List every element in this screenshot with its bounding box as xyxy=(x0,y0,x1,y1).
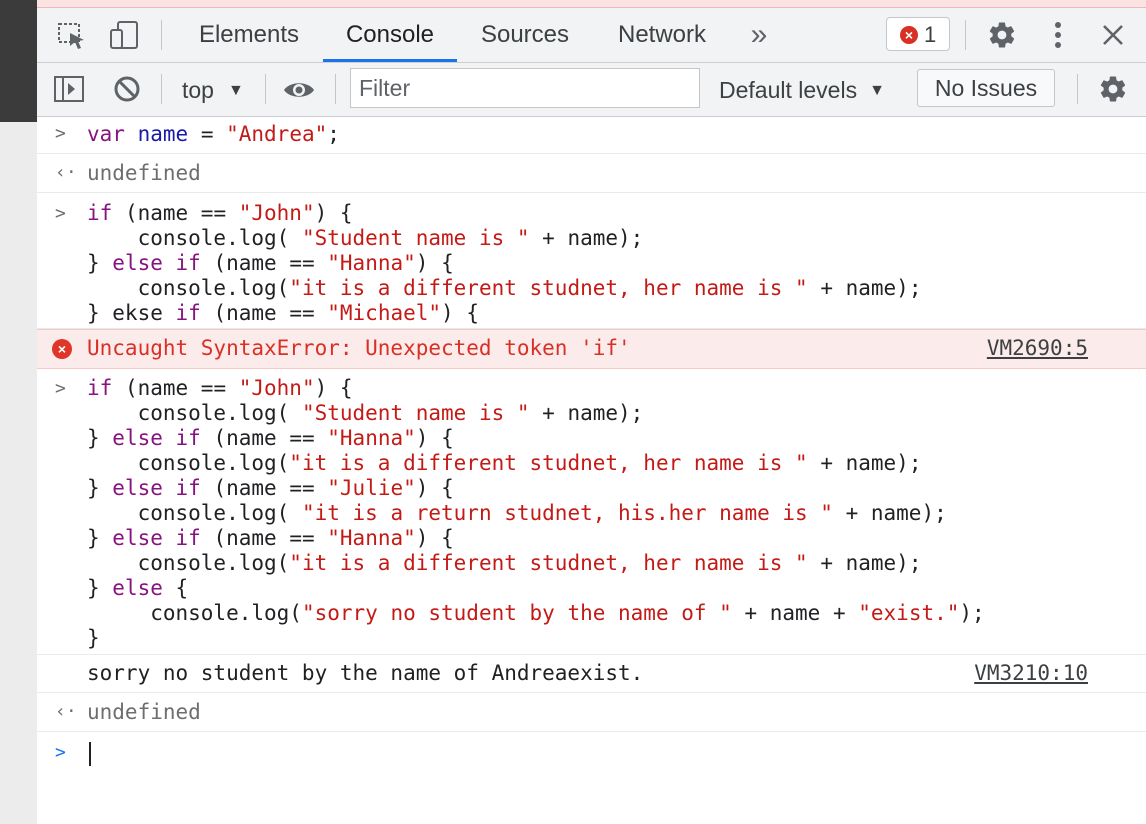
code-line: if (name == "John") { xyxy=(87,376,353,400)
context-label: top xyxy=(182,77,214,103)
source-link[interactable]: VM3210:10 xyxy=(974,661,1088,685)
chevron-double-right-icon: » xyxy=(750,18,768,51)
console-input-message: > var name = "Andrea"; xyxy=(37,117,1146,154)
code-line: console.log("it is a different studnet, … xyxy=(87,551,922,575)
tab-network[interactable]: Network xyxy=(607,8,717,62)
more-options-icon[interactable] xyxy=(1049,20,1067,55)
input-chevron-icon: > xyxy=(55,378,66,399)
code-line: console.log("it is a different studnet, … xyxy=(87,451,922,475)
tab-elements[interactable]: Elements xyxy=(189,8,309,62)
code-line: var name = "Andrea"; xyxy=(87,122,340,147)
dropdown-arrow-icon: ▼ xyxy=(227,82,244,99)
page-edge xyxy=(0,0,37,824)
code-line: console.log( "Student name is " + name); xyxy=(87,226,644,250)
variable-name: name xyxy=(137,122,189,146)
close-icon[interactable] xyxy=(1101,23,1125,52)
clear-console-icon[interactable] xyxy=(113,75,141,108)
error-count-badge[interactable]: × 1 xyxy=(886,17,950,51)
filter-input[interactable] xyxy=(350,68,700,108)
more-tabs-button[interactable]: » xyxy=(741,8,777,62)
code-line: } else { xyxy=(87,576,189,600)
console-error-message: × Uncaught SyntaxError: Unexpected token… xyxy=(37,329,1146,369)
log-text: sorry no student by the name of Andreaex… xyxy=(87,661,644,685)
code-line: } else if (name == "Hanna") { xyxy=(87,426,454,450)
input-chevron-icon: > xyxy=(55,203,66,224)
context-selector[interactable]: top ▼ xyxy=(182,73,244,107)
error-text: Uncaught SyntaxError: Unexpected token '… xyxy=(87,336,631,360)
error-icon: × xyxy=(52,339,72,359)
console-settings-gear-icon[interactable] xyxy=(1098,74,1128,109)
string-literal: "Andrea" xyxy=(226,122,328,146)
levels-label: Default levels xyxy=(719,77,858,103)
console-result-message: ‹· undefined xyxy=(37,693,1146,732)
console-result-message: ‹· undefined xyxy=(37,154,1146,193)
code-line: if (name == "John") { xyxy=(87,201,353,225)
devtools-tab-bar: Elements Console Sources Network » × 1 xyxy=(37,8,1146,63)
result-arrow-icon: ‹· xyxy=(55,701,77,722)
tab-sources[interactable]: Sources xyxy=(469,8,581,62)
console-messages[interactable]: > var name = "Andrea"; ‹· undefined > if… xyxy=(37,117,1146,824)
code-line: console.log("it is a different studnet, … xyxy=(87,276,922,300)
code-block: if (name == "John") { console.log( "Stud… xyxy=(87,376,985,651)
code-line: } else if (name == "Julie") { xyxy=(87,476,454,500)
page-top-edge xyxy=(37,0,1146,8)
operator: = xyxy=(188,122,227,146)
devtools-panel: Elements Console Sources Network » × 1 t… xyxy=(37,8,1146,824)
device-toolbar-icon[interactable] xyxy=(109,20,139,55)
tab-label: Console xyxy=(345,21,435,48)
divider xyxy=(965,20,966,50)
tab-console[interactable]: Console xyxy=(323,8,457,62)
console-prompt[interactable]: > xyxy=(37,732,1146,782)
result-value: undefined xyxy=(87,161,201,185)
code-line: console.log( "Student name is " + name); xyxy=(87,401,644,425)
tab-label: Network xyxy=(617,21,707,48)
code-line: console.log("sorry no student by the nam… xyxy=(87,601,985,625)
divider xyxy=(265,74,266,104)
error-icon: × xyxy=(900,26,918,44)
divider xyxy=(161,74,162,104)
log-levels-dropdown[interactable]: Default levels ▼ xyxy=(719,73,885,107)
console-input-message: > if (name == "John") { console.log( "St… xyxy=(37,193,1146,329)
divider xyxy=(161,20,162,50)
result-value: undefined xyxy=(87,700,201,724)
divider xyxy=(1077,74,1078,104)
code-line: } xyxy=(87,626,100,650)
live-expression-eye-icon[interactable] xyxy=(282,79,316,106)
code-line: } else if (name == "Hanna") { xyxy=(87,251,454,275)
console-toolbar: top ▼ Default levels ▼ No Issues xyxy=(37,63,1146,117)
inspect-element-icon[interactable] xyxy=(57,22,87,55)
code-line: } ekse if (name == "Michael") { xyxy=(87,301,479,325)
result-arrow-icon: ‹· xyxy=(55,162,77,183)
source-link[interactable]: VM2690:5 xyxy=(987,336,1088,360)
settings-gear-icon[interactable] xyxy=(987,20,1017,55)
issues-label: No Issues xyxy=(934,75,1038,101)
dropdown-arrow-icon: ▼ xyxy=(869,82,885,99)
semicolon: ; xyxy=(327,122,340,146)
console-log-message: sorry no student by the name of Andreaex… xyxy=(37,655,1146,693)
divider xyxy=(335,74,336,104)
code-block: if (name == "John") { console.log( "Stud… xyxy=(87,201,921,326)
sidebar-toggle-icon[interactable] xyxy=(53,75,85,108)
issues-button[interactable]: No Issues xyxy=(917,69,1055,107)
error-count: 1 xyxy=(924,22,937,47)
input-chevron-icon: > xyxy=(55,123,66,144)
code-line: console.log( "it is a return studnet, hi… xyxy=(87,501,947,525)
tab-label: Sources xyxy=(480,21,570,48)
text-caret xyxy=(89,742,91,766)
tab-label: Elements xyxy=(198,21,300,48)
console-input-message: > if (name == "John") { console.log( "St… xyxy=(37,369,1146,655)
prompt-chevron-icon: > xyxy=(55,742,66,763)
code-line: } else if (name == "Hanna") { xyxy=(87,526,454,550)
keyword: var xyxy=(87,122,125,146)
